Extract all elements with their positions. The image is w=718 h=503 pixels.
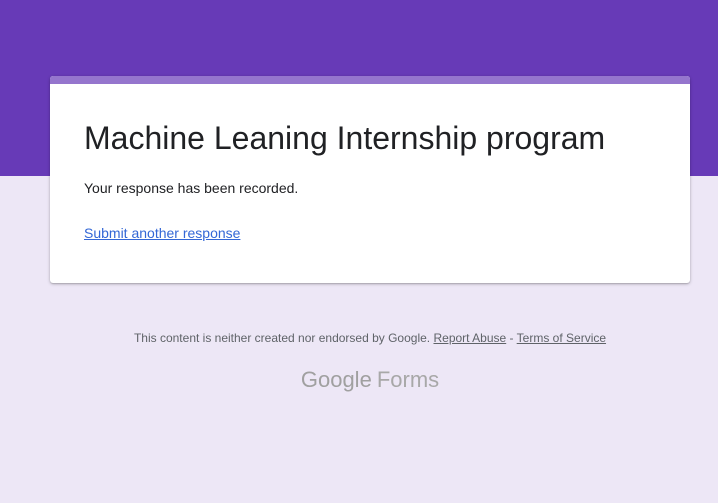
submit-another-response-link[interactable]: Submit another response (84, 225, 240, 241)
footer-disclaimer-row: This content is neither created nor endo… (0, 331, 718, 345)
google-forms-logo[interactable]: Google Forms (0, 367, 718, 393)
terms-of-service-link[interactable]: Terms of Service (517, 331, 606, 345)
form-title: Machine Leaning Internship program (84, 120, 606, 156)
card-accent-bar (50, 76, 690, 84)
brand-forms-wordmark: Forms (376, 367, 440, 392)
form-card: Machine Leaning Internship program Your … (50, 76, 690, 283)
report-abuse-link[interactable]: Report Abuse (433, 331, 506, 345)
brand-google-wordmark: Google (300, 367, 372, 392)
confirmation-message: Your response has been recorded. (84, 180, 299, 196)
footer-separator: - (509, 331, 514, 345)
footer-disclaimer: This content is neither created nor endo… (133, 331, 431, 345)
